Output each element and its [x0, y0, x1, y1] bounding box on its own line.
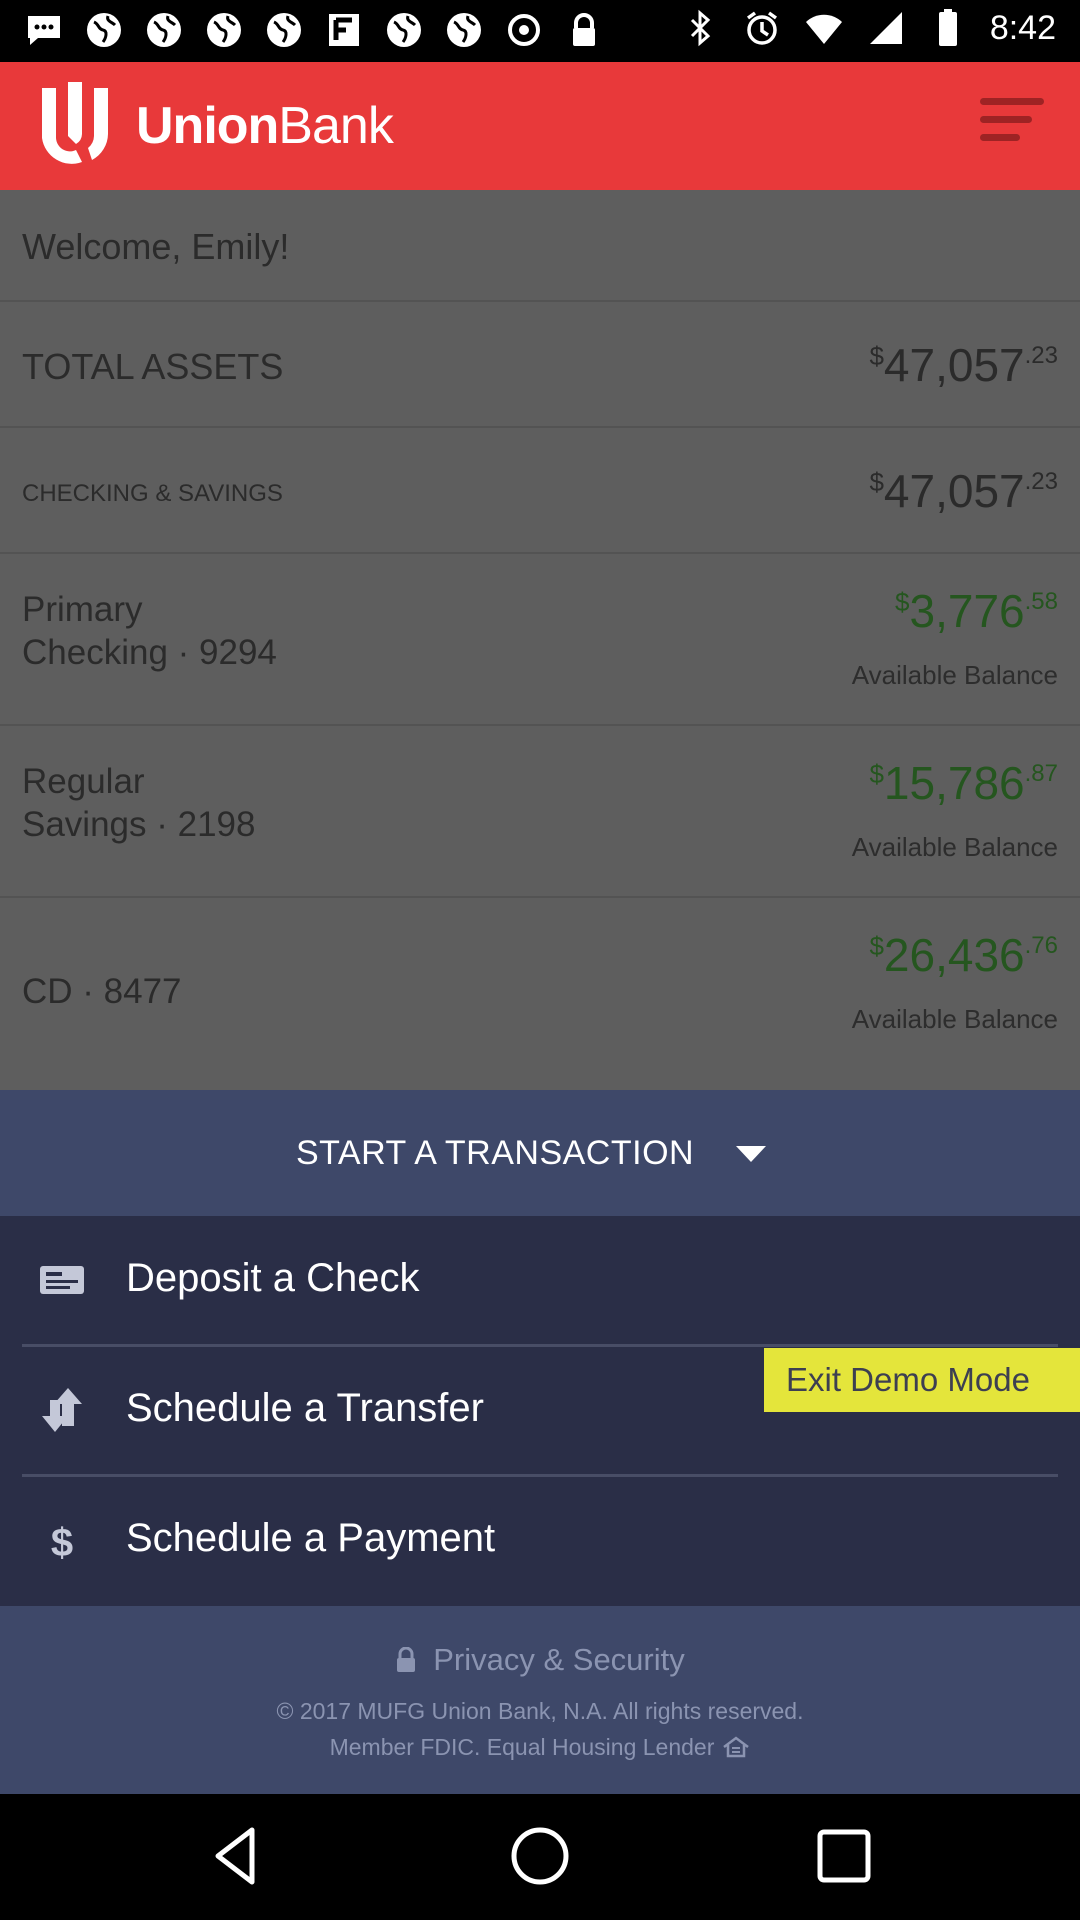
globe-icon	[147, 13, 181, 47]
check-icon	[40, 1266, 84, 1294]
dollar-icon: $	[51, 1521, 73, 1564]
schedule-transfer-label: Schedule a Transfer	[126, 1386, 484, 1430]
sync-icon	[508, 14, 540, 46]
equal-housing-icon	[723, 1736, 750, 1758]
welcome-row: Welcome, Emily!	[0, 190, 1080, 302]
privacy-security-link[interactable]: Privacy & Security	[0, 1642, 1080, 1678]
brand-name: UnionBank	[136, 97, 394, 155]
footer: Privacy & Security © 2017 MUFG Union Ban…	[0, 1606, 1080, 1794]
signal-icon	[869, 12, 902, 44]
globe-icon	[387, 13, 421, 47]
back-icon[interactable]	[206, 1824, 270, 1888]
chat-bubble-icon	[28, 16, 60, 45]
available-balance-label: Available Balance	[851, 1004, 1058, 1034]
globe-icon	[267, 13, 301, 47]
fdic-text: Member FDIC. Equal Housing Lender	[0, 1734, 1080, 1761]
union-bank-logo-icon	[42, 82, 108, 164]
schedule-payment-item[interactable]: $ Schedule a Payment	[0, 1476, 1080, 1604]
deposit-check-item[interactable]: Deposit a Check	[0, 1216, 1080, 1344]
home-icon[interactable]	[508, 1824, 572, 1888]
alarm-icon	[746, 11, 777, 45]
exit-demo-mode-button[interactable]: Exit Demo Mode	[764, 1348, 1080, 1412]
account-balance: $26,436.76	[869, 929, 1058, 981]
start-transaction-title: START A TRANSACTION	[296, 1134, 695, 1172]
globe-icon	[447, 13, 481, 47]
chevron-down-icon	[736, 1146, 766, 1162]
lock-icon	[397, 1647, 416, 1672]
total-assets-row[interactable]: TOTAL ASSETS $47,057.23	[0, 302, 1080, 428]
app-header: UnionBank	[0, 62, 1080, 190]
battery-icon	[938, 9, 957, 46]
account-row-primary-checking[interactable]: Primary Checking · 9294 $3,776.58 Availab…	[0, 554, 1080, 726]
svg-text:$: $	[51, 1521, 73, 1564]
checking-savings-label: CHECKING & SAVINGS	[22, 480, 283, 507]
menu-button[interactable]	[980, 98, 1044, 154]
schedule-payment-label: Schedule a Payment	[126, 1516, 496, 1560]
account-balance: $15,786.87	[869, 757, 1058, 809]
wifi-icon	[805, 14, 842, 44]
globe-icon	[87, 13, 121, 47]
account-balance: $3,776.58	[895, 585, 1058, 637]
transfer-arrows-icon	[42, 1388, 82, 1432]
start-transaction-toggle[interactable]: START A TRANSACTION	[0, 1090, 1080, 1216]
deposit-check-label: Deposit a Check	[126, 1256, 420, 1300]
total-assets-label: TOTAL ASSETS	[22, 346, 284, 387]
checking-savings-row[interactable]: CHECKING & SAVINGS $47,057.23	[0, 428, 1080, 554]
status-time: 8:42	[989, 8, 1056, 47]
available-balance-label: Available Balance	[851, 660, 1058, 690]
account-row-regular-savings[interactable]: Regular Savings · 2198 $15,786.87 Availab…	[0, 726, 1080, 898]
checking-savings-amount: $47,057.23	[869, 465, 1058, 517]
account-summary: Welcome, Emily! TOTAL ASSETS $47,057.23 …	[0, 190, 1080, 1090]
lock-icon	[573, 13, 595, 46]
status-bar: 8:42	[0, 0, 1080, 62]
recents-icon[interactable]	[812, 1824, 876, 1888]
available-balance-label: Available Balance	[851, 832, 1058, 862]
copyright-text: © 2017 MUFG Union Bank, N.A. All rights …	[276, 1698, 804, 1724]
welcome-text: Welcome, Emily!	[22, 226, 290, 267]
flipboard-icon	[329, 14, 359, 46]
account-name: Primary Checking · 9294	[22, 590, 277, 672]
account-row-cd[interactable]: CD · 8477 $26,436.76 Available Balance	[0, 898, 1080, 1070]
account-name: CD · 8477	[22, 972, 182, 1011]
bluetooth-icon	[690, 9, 711, 47]
total-assets-amount: $47,057.23	[869, 339, 1058, 391]
globe-icon	[207, 13, 241, 47]
navigation-bar	[0, 1794, 1080, 1920]
account-name: Regular Savings · 2198	[22, 762, 256, 844]
